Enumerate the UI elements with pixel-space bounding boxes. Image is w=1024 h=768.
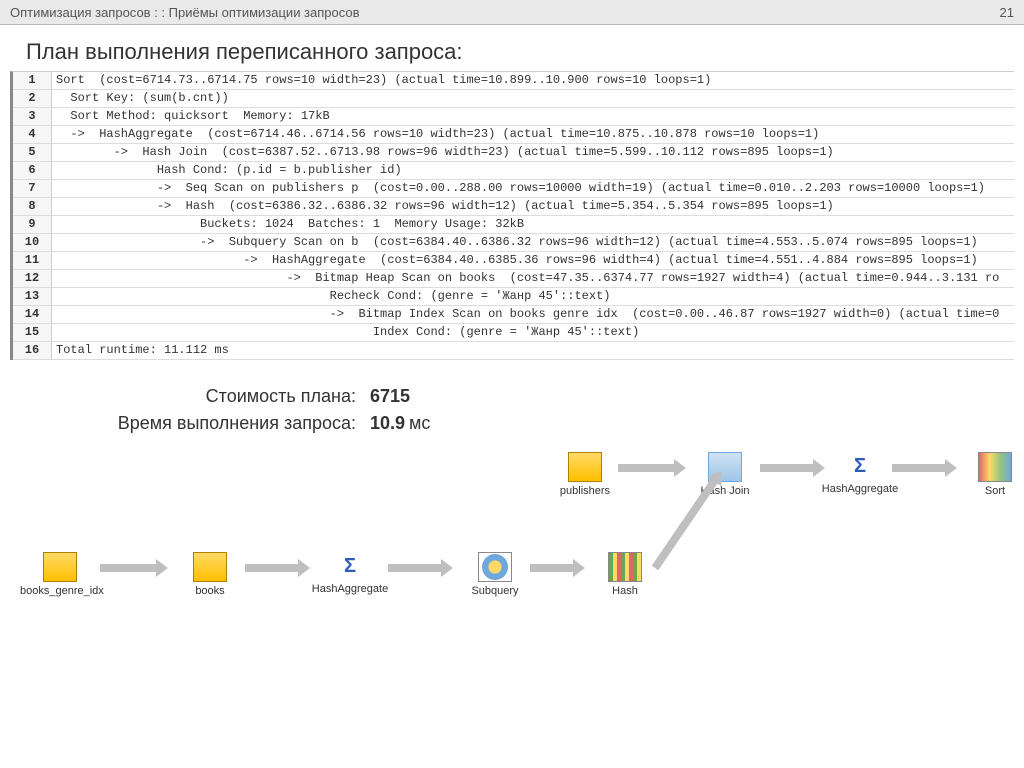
- line-number: 12: [13, 270, 52, 287]
- arrow-icon: [100, 564, 158, 572]
- line-number: 2: [13, 90, 52, 107]
- line-number: 14: [13, 306, 52, 323]
- line-number: 13: [13, 288, 52, 305]
- line-number: 10: [13, 234, 52, 251]
- plan-text: Buckets: 1024 Batches: 1 Memory Usage: 3…: [52, 216, 1014, 233]
- slide-header: Оптимизация запросов : : Приёмы оптимиза…: [0, 0, 1024, 25]
- plan-row: 1Sort (cost=6714.73..6714.75 rows=10 wid…: [13, 72, 1014, 90]
- diagram-node-hash-aggregate-top: Σ HashAggregate: [820, 452, 900, 495]
- diagram-label: publishers: [545, 485, 625, 497]
- sum-icon: Σ: [844, 452, 876, 480]
- plan-text: -> Seq Scan on publishers p (cost=0.00..…: [52, 180, 1014, 197]
- plan-text: Sort (cost=6714.73..6714.75 rows=10 widt…: [52, 72, 1014, 89]
- plan-text: Index Cond: (genre = 'Жанр 45'::text): [52, 324, 1014, 341]
- plan-text: -> Hash Join (cost=6387.52..6713.98 rows…: [52, 144, 1014, 161]
- diagram-node-hash-aggregate-bot: Σ HashAggregate: [310, 552, 390, 595]
- plan-row: 16Total runtime: 11.112 ms: [13, 342, 1014, 360]
- plan-row: 10 -> Subquery Scan on b (cost=6384.40..…: [13, 234, 1014, 252]
- time-label: Время выполнения запроса:: [26, 413, 370, 434]
- diagram-label: Sort: [955, 485, 1024, 497]
- page-title: План выполнения переписанного запроса:: [26, 39, 1024, 65]
- plan-text: -> HashAggregate (cost=6384.40..6385.36 …: [52, 252, 1014, 269]
- diagram-node-subquery: Subquery: [455, 552, 535, 597]
- plan-text: Sort Method: quicksort Memory: 17kB: [52, 108, 1014, 125]
- plan-diagram: publishers Hash Join Σ HashAggregate Sort boo…: [0, 452, 1024, 652]
- plan-text: -> Bitmap Heap Scan on books (cost=47.35…: [52, 270, 1014, 287]
- line-number: 15: [13, 324, 52, 341]
- hash-icon: [608, 552, 642, 582]
- line-number: 5: [13, 144, 52, 161]
- diagram-label: Subquery: [455, 585, 535, 597]
- arrow-icon: [892, 464, 947, 472]
- diagram-node-sort: Sort: [955, 452, 1024, 497]
- line-number: 7: [13, 180, 52, 197]
- plan-row: 5 -> Hash Join (cost=6387.52..6713.98 ro…: [13, 144, 1014, 162]
- cost-label: Стоимость плана:: [26, 386, 370, 407]
- arrow-icon: [530, 564, 575, 572]
- plan-row: 14 -> Bitmap Index Scan on books genre i…: [13, 306, 1014, 324]
- diagram-label: Hash Join: [685, 485, 765, 497]
- tbl-icon: [193, 552, 227, 582]
- time-value: 10.9: [370, 413, 405, 433]
- plan-text: Sort Key: (sum(b.cnt)): [52, 90, 1014, 107]
- plan-row: 2 Sort Key: (sum(b.cnt)): [13, 90, 1014, 108]
- arrow-icon: [245, 564, 300, 572]
- diagram-label: HashAggregate: [310, 583, 390, 595]
- line-number: 16: [13, 342, 52, 359]
- plan-text: -> Bitmap Index Scan on books genre idx …: [52, 306, 1014, 323]
- diagram-label: books: [170, 585, 250, 597]
- tbl-icon: [568, 452, 602, 482]
- diagram-label: books_genre_idx: [20, 585, 100, 597]
- breadcrumb: Оптимизация запросов : : Приёмы оптимиза…: [10, 5, 360, 20]
- line-number: 1: [13, 72, 52, 89]
- tbl-icon: [43, 552, 77, 582]
- line-number: 9: [13, 216, 52, 233]
- sort-icon: [978, 452, 1012, 482]
- query-plan: 1Sort (cost=6714.73..6714.75 rows=10 wid…: [10, 71, 1014, 360]
- plan-text: Recheck Cond: (genre = 'Жанр 45'::text): [52, 288, 1014, 305]
- plan-row: 7 -> Seq Scan on publishers p (cost=0.00…: [13, 180, 1014, 198]
- diagram-label: HashAggregate: [820, 483, 900, 495]
- page-number: 21: [1000, 5, 1014, 20]
- metrics: Стоимость плана: 6715 Время выполнения з…: [26, 386, 1024, 434]
- cost-value: 6715: [370, 386, 410, 407]
- line-number: 6: [13, 162, 52, 179]
- line-number: 8: [13, 198, 52, 215]
- plan-row: 11 -> HashAggregate (cost=6384.40..6385.…: [13, 252, 1014, 270]
- arrow-icon: [388, 564, 443, 572]
- arrow-icon: [760, 464, 815, 472]
- plan-row: 15 Index Cond: (genre = 'Жанр 45'::text): [13, 324, 1014, 342]
- diagram-node-books: books: [170, 552, 250, 597]
- time-unit: мс: [409, 413, 430, 433]
- diagram-node-hash: Hash: [585, 552, 665, 597]
- plan-text: Hash Cond: (p.id = b.publisher id): [52, 162, 1014, 179]
- plan-text: -> Hash (cost=6386.32..6386.32 rows=96 w…: [52, 198, 1014, 215]
- plan-row: 4 -> HashAggregate (cost=6714.46..6714.5…: [13, 126, 1014, 144]
- sum-icon: Σ: [334, 552, 366, 580]
- subq-icon: [478, 552, 512, 582]
- line-number: 3: [13, 108, 52, 125]
- diagram-node-publishers: publishers: [545, 452, 625, 497]
- arrow-icon: [618, 464, 676, 472]
- plan-row: 12 -> Bitmap Heap Scan on books (cost=47…: [13, 270, 1014, 288]
- plan-row: 3 Sort Method: quicksort Memory: 17kB: [13, 108, 1014, 126]
- plan-row: 13 Recheck Cond: (genre = 'Жанр 45'::tex…: [13, 288, 1014, 306]
- plan-text: -> HashAggregate (cost=6714.46..6714.56 …: [52, 126, 1014, 143]
- diagram-label: Hash: [585, 585, 665, 597]
- plan-text: Total runtime: 11.112 ms: [52, 342, 1014, 359]
- diagram-node-books-genre-idx: books_genre_idx: [20, 552, 100, 597]
- line-number: 4: [13, 126, 52, 143]
- plan-row: 6 Hash Cond: (p.id = b.publisher id): [13, 162, 1014, 180]
- line-number: 11: [13, 252, 52, 269]
- plan-text: -> Subquery Scan on b (cost=6384.40..638…: [52, 234, 1014, 251]
- plan-row: 9 Buckets: 1024 Batches: 1 Memory Usage:…: [13, 216, 1014, 234]
- plan-row: 8 -> Hash (cost=6386.32..6386.32 rows=96…: [13, 198, 1014, 216]
